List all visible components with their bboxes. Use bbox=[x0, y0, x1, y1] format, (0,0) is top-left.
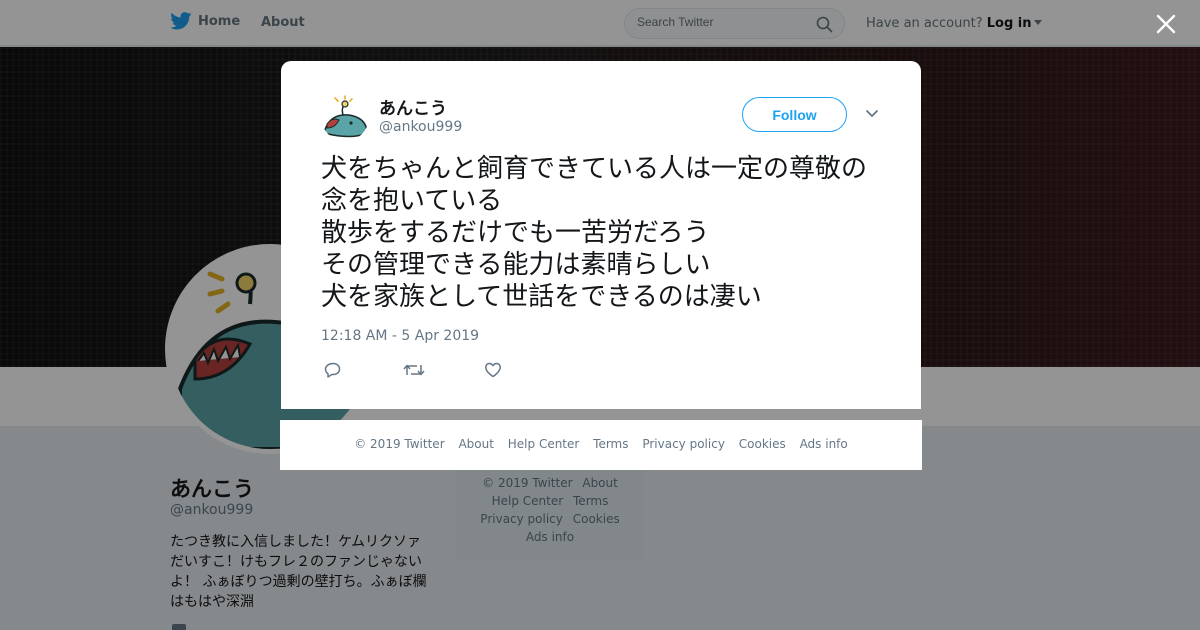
footer-terms[interactable]: Terms bbox=[593, 437, 628, 451]
footer-help-center[interactable]: Help Center bbox=[508, 437, 580, 451]
retweet-icon[interactable] bbox=[403, 361, 425, 379]
tweet-modal: あんこう @ankou999 Follow 犬をちゃんと飼育できている人は一定の… bbox=[281, 61, 921, 409]
modal-footer: © 2019 Twitter About Help Center Terms P… bbox=[280, 420, 922, 470]
tweet-author-handle[interactable]: @ankou999 bbox=[379, 119, 462, 135]
tweet-author-avatar[interactable] bbox=[321, 93, 369, 141]
follow-button[interactable]: Follow bbox=[742, 97, 847, 132]
footer-privacy-policy[interactable]: Privacy policy bbox=[642, 437, 725, 451]
footer-copyright: © 2019 Twitter bbox=[354, 437, 445, 451]
tweet-text: 犬をちゃんと飼育できている人は一定の尊敬の念を抱いている 散歩をするだけでも一苦… bbox=[321, 154, 868, 312]
footer-ads-info[interactable]: Ads info bbox=[800, 437, 848, 451]
tweet-timestamp[interactable]: 12:18 AM - 5 Apr 2019 bbox=[321, 328, 479, 344]
heart-icon[interactable] bbox=[484, 361, 502, 379]
tweet-author-name[interactable]: あんこう bbox=[379, 94, 447, 119]
chevron-down-icon[interactable] bbox=[865, 109, 879, 119]
reply-icon[interactable] bbox=[324, 361, 342, 379]
close-icon[interactable] bbox=[1156, 14, 1176, 34]
footer-about[interactable]: About bbox=[458, 437, 493, 451]
anglerfish-avatar-image bbox=[321, 93, 369, 141]
footer-cookies[interactable]: Cookies bbox=[739, 437, 786, 451]
